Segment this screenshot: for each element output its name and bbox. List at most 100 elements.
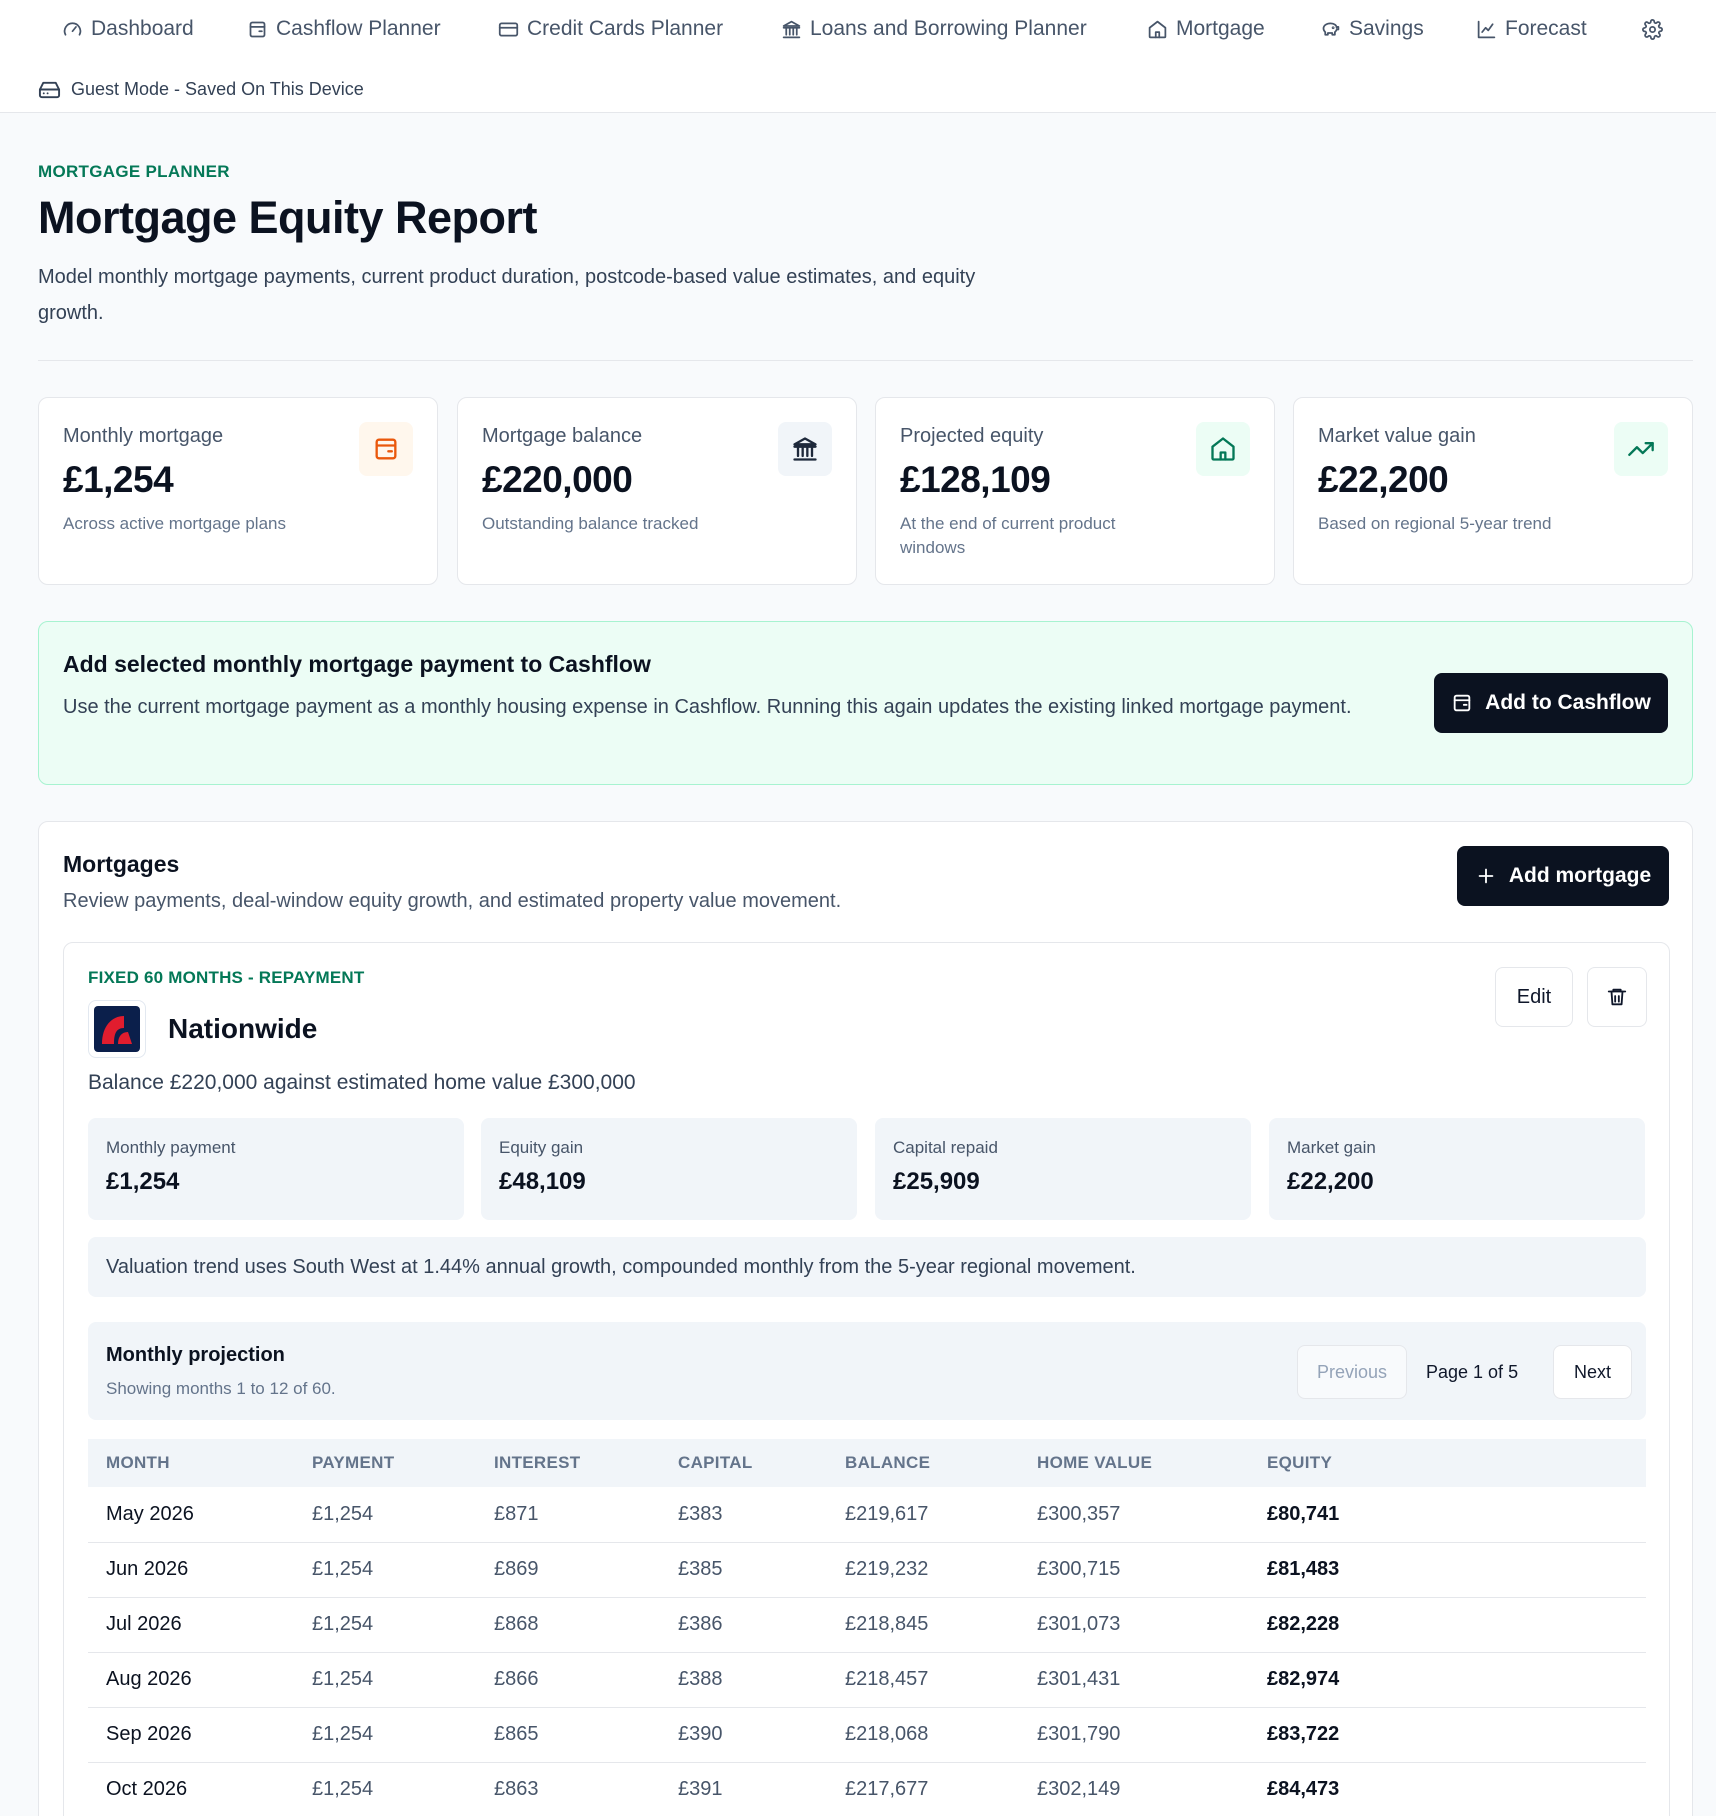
stat-label: Market value gain [1318, 425, 1476, 447]
cell-balance: £219,232 [827, 1542, 1019, 1598]
edit-mortgage-button[interactable]: Edit [1495, 967, 1573, 1027]
add-to-cashflow-banner: Add selected monthly mortgage payment to… [38, 621, 1693, 785]
cell-interest: £868 [476, 1597, 660, 1653]
guest-mode-indicator: Guest Mode - Saved On This Device [38, 76, 364, 102]
next-page-button[interactable]: Next [1553, 1345, 1632, 1399]
cell-month: Aug 2026 [88, 1652, 294, 1708]
column-header: HOME VALUE [1037, 1453, 1153, 1472]
stat-card-projected-equity: Projected equity £128,109 At the end of … [875, 397, 1275, 585]
banner-description: Use the current mortgage payment as a mo… [63, 696, 1352, 718]
cell-balance: £219,617 [827, 1487, 1019, 1543]
plus-icon [1478, 868, 1494, 884]
cell-capital: £391 [660, 1762, 827, 1816]
cell-month: Oct 2026 [88, 1762, 294, 1816]
column-header: INTEREST [494, 1453, 581, 1472]
metric-equity-gain: Equity gain £48,109 [481, 1118, 857, 1220]
projection-table: MONTH PAYMENT INTEREST CAPITAL BALANCE H… [88, 1439, 1646, 1816]
line-chart-icon [1477, 20, 1496, 38]
cell-capital: £388 [660, 1652, 827, 1708]
metric-value: £25,909 [893, 1168, 980, 1195]
page-indicator: Page 1 of 5 [1426, 1362, 1519, 1382]
cell-interest: £863 [476, 1762, 660, 1816]
header-divider [38, 360, 1693, 361]
bank-icon [782, 20, 801, 38]
metric-capital-repaid: Capital repaid £25,909 [875, 1118, 1251, 1220]
nav-item-credit-cards-planner[interactable]: Credit Cards Planner [498, 14, 723, 44]
guest-mode-label: Guest Mode - Saved On This Device [71, 78, 364, 99]
nav-item-dashboard[interactable]: Dashboard [62, 14, 194, 44]
cell-equity: £80,741 [1249, 1487, 1646, 1543]
cell-equity: £82,974 [1249, 1652, 1646, 1708]
cell-home-value: £300,357 [1019, 1487, 1249, 1543]
column-header: PAYMENT [312, 1453, 395, 1472]
column-header: CAPITAL [678, 1453, 753, 1472]
nav-item-cashflow-planner[interactable]: Cashflow Planner [247, 14, 441, 44]
table-row: Aug 2026 £1,254 £866 £388 £218,457 £301,… [88, 1652, 1646, 1708]
column-header: MONTH [106, 1453, 170, 1472]
balance-summary: Balance £220,000 against estimated home … [88, 1071, 636, 1094]
metric-value: £48,109 [499, 1168, 586, 1195]
nav-item-loans-planner[interactable]: Loans and Borrowing Planner [781, 14, 1087, 44]
cell-payment: £1,254 [294, 1487, 476, 1543]
page-description: Model monthly mortgage payments, current… [38, 266, 976, 324]
previous-page-button[interactable]: Previous [1297, 1345, 1407, 1399]
cell-capital: £385 [660, 1542, 827, 1598]
section-title: Mortgages [63, 851, 180, 877]
stat-card-monthly-mortgage: Monthly mortgage £1,254 Across active mo… [38, 397, 438, 585]
metric-label: Monthly payment [106, 1138, 236, 1157]
nav-item-forecast[interactable]: Forecast [1476, 14, 1587, 44]
metric-value: £1,254 [106, 1168, 180, 1195]
nav-item-label: Mortgage [1176, 17, 1265, 40]
column-header: EQUITY [1267, 1453, 1333, 1472]
stat-card-market-value-gain: Market value gain £22,200 Based on regio… [1293, 397, 1693, 585]
cell-interest: £865 [476, 1707, 660, 1763]
stat-subtext: Across active mortgage plans [63, 514, 286, 533]
button-label: Add mortgage [1508, 864, 1652, 887]
cell-month: Sep 2026 [88, 1707, 294, 1763]
nav-item-label: Credit Cards Planner [527, 17, 724, 40]
nav-item-label: Cashflow Planner [276, 17, 441, 40]
cell-capital: £383 [660, 1487, 827, 1543]
stat-label: Monthly mortgage [63, 425, 224, 447]
cell-payment: £1,254 [294, 1652, 476, 1708]
stat-value: £1,254 [63, 459, 174, 500]
cell-payment: £1,254 [294, 1542, 476, 1598]
settings-button[interactable] [1642, 14, 1663, 44]
nav-item-savings[interactable]: Savings [1320, 14, 1424, 44]
table-row: May 2026 £1,254 £871 £383 £219,617 £300,… [88, 1487, 1646, 1543]
stat-subtext: At the end of current product windows [900, 514, 1116, 557]
cell-equity: £82,228 [1249, 1597, 1646, 1653]
cell-month: Jun 2026 [88, 1542, 294, 1598]
cell-balance: £218,457 [827, 1652, 1019, 1708]
metric-label: Capital repaid [893, 1138, 998, 1157]
add-mortgage-button[interactable]: Add mortgage [1457, 846, 1669, 906]
stat-subtext: Outstanding balance tracked [482, 514, 699, 533]
cell-payment: £1,254 [294, 1597, 476, 1653]
cell-capital: £390 [660, 1707, 827, 1763]
cell-home-value: £300,715 [1019, 1542, 1249, 1598]
metric-label: Equity gain [499, 1138, 584, 1157]
lender-logo [88, 1000, 146, 1058]
delete-mortgage-button[interactable] [1587, 967, 1647, 1027]
bank-icon [778, 422, 832, 476]
gear-icon [1642, 18, 1663, 40]
product-type-label: FIXED 60 MONTHS - REPAYMENT [88, 968, 365, 987]
cell-home-value: £301,790 [1019, 1707, 1249, 1763]
cell-equity: £84,473 [1249, 1762, 1646, 1816]
projection-subtitle: Showing months 1 to 12 of 60. [106, 1379, 336, 1398]
lender-name: Nationwide [168, 1013, 318, 1044]
home-icon [1148, 20, 1167, 38]
page-title: Mortgage Equity Report [38, 192, 538, 243]
cell-interest: £866 [476, 1652, 660, 1708]
gauge-icon [63, 21, 82, 36]
metric-monthly-payment: Monthly payment £1,254 [88, 1118, 464, 1220]
trash-icon [1607, 988, 1627, 1006]
nav-item-mortgage[interactable]: Mortgage [1147, 14, 1265, 44]
cell-home-value: £301,073 [1019, 1597, 1249, 1653]
nav-item-label: Forecast [1505, 17, 1587, 40]
cell-capital: £386 [660, 1597, 827, 1653]
cell-interest: £869 [476, 1542, 660, 1598]
add-to-cashflow-button[interactable]: Add to Cashflow [1434, 673, 1668, 733]
metric-market-gain: Market gain £22,200 [1269, 1118, 1645, 1220]
stat-label: Mortgage balance [482, 425, 643, 447]
